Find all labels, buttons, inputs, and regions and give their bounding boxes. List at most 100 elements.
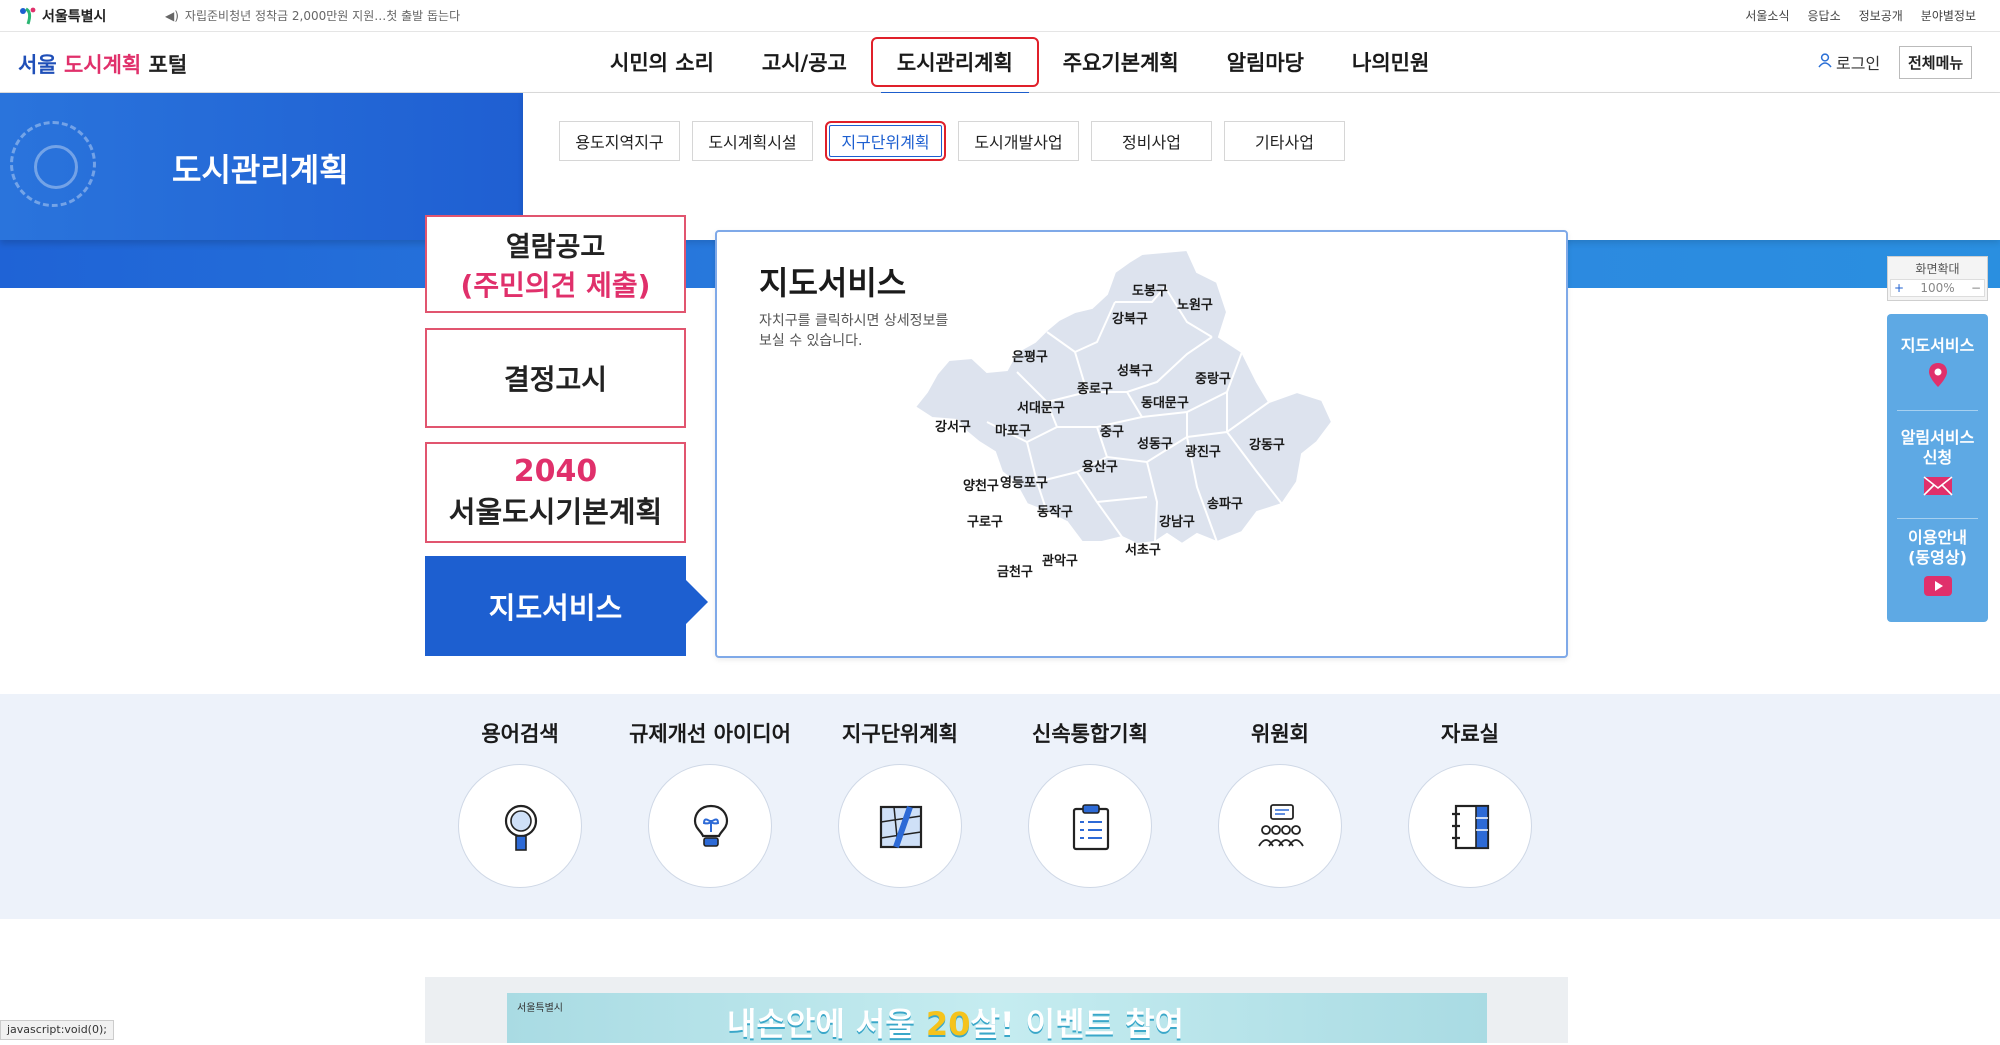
shortcut-district-unit-plan-label: 지구단위계획 [842, 722, 958, 746]
submenu-item-urban-development[interactable]: 도시개발사업 [958, 121, 1079, 161]
main-header: 서울 도시계획 포털 시민의 소리 고시/공고 도시관리계획 주요기본계획 알림… [0, 33, 2000, 95]
gnb-item-master-plan[interactable]: 주요기본계획 [1039, 37, 1203, 87]
notice-text: 자립준비청년 정착금 2,000만원 지원…첫 출발 돕는다 [184, 9, 461, 23]
map-grid-icon [879, 805, 923, 849]
mail-icon [1922, 476, 1953, 500]
district-mapo[interactable]: 마포구 [995, 420, 1031, 439]
zoom-out-button[interactable]: − [1971, 281, 1981, 295]
float-item-usage-guide-video[interactable]: 이용안내 (동영상) [1887, 528, 1988, 601]
shortcut-circle[interactable] [838, 764, 962, 888]
portal-logo-part2: 도시계획 [63, 53, 142, 77]
util-link-field-info[interactable]: 분야별정보 [1921, 7, 1976, 24]
district-dobong[interactable]: 도봉구 [1132, 280, 1168, 299]
quick-button-decision-notice[interactable]: 결정고시 [425, 328, 686, 428]
district-yongsan[interactable]: 용산구 [1082, 456, 1118, 475]
shortcut-fast-track-planning[interactable]: 신속통합기획 [1005, 718, 1175, 888]
zoom-control: 화면확대 + 100% − [1887, 256, 1988, 301]
event-banner[interactable]: 서울특별시 내손안에 서울 20살! 이벤트 참여 [507, 993, 1487, 1043]
district-yangcheon[interactable]: 양천구 [963, 475, 999, 494]
district-yeongdeungpo[interactable]: 영등포구 [1000, 472, 1048, 491]
submenu-item-district-unit-plan[interactable]: 지구단위계획 [825, 121, 946, 161]
district-dongjak[interactable]: 동작구 [1037, 501, 1073, 520]
float-item-map-service[interactable]: 지도서비스 [1887, 336, 1988, 393]
float-map-service-label: 지도서비스 [1900, 336, 1975, 355]
shortcut-committee[interactable]: 위원회 [1195, 718, 1365, 888]
zoom-in-button[interactable]: + [1894, 281, 1904, 295]
seoul-district-map[interactable]: 도봉구 노원구 강북구 은평구 성북구 중랑구 종로구 서대문구 동대문구 강서… [897, 242, 1377, 642]
util-link-seoul-news[interactable]: 서울소식 [1745, 7, 1789, 24]
district-gangnam[interactable]: 강남구 [1159, 511, 1195, 530]
gnb-item-citizen-voice[interactable]: 시민의 소리 [586, 37, 738, 87]
float-guide-line2: (동영상) [1908, 548, 1967, 567]
district-gangdong[interactable]: 강동구 [1249, 434, 1285, 453]
district-eunpyeong[interactable]: 은평구 [1012, 346, 1048, 365]
float-notification-line1: 알림서비스 [1900, 428, 1975, 447]
float-divider [1897, 410, 1978, 411]
portal-logo-part1: 서울 [18, 53, 57, 77]
district-seongdong[interactable]: 성동구 [1137, 433, 1173, 452]
shortcut-regulation-idea[interactable]: 규제개선 아이디어 [625, 718, 795, 888]
shortcut-archive[interactable]: 자료실 [1385, 718, 1555, 888]
submenu-item-zoning[interactable]: 용도지역지구 [559, 121, 680, 161]
seoul-logo-text: 서울특별시 [42, 9, 107, 25]
district-jung[interactable]: 중구 [1100, 421, 1124, 440]
district-nowon[interactable]: 노원구 [1177, 294, 1213, 313]
quick-button-2040-master-plan[interactable]: 2040 서울도시기본계획 [425, 442, 686, 543]
shortcut-district-unit-plan[interactable]: 지구단위계획 [815, 718, 985, 888]
float-item-notification-signup[interactable]: 알림서비스 신청 [1887, 428, 1988, 501]
shortcut-term-search[interactable]: 용어검색 [435, 718, 605, 888]
shortcut-circle[interactable] [1028, 764, 1152, 888]
all-menu-button[interactable]: 전체메뉴 [1899, 46, 1973, 79]
seoul-logo-icon [18, 6, 38, 26]
gnb-item-my-petition[interactable]: 나의민원 [1328, 37, 1453, 87]
browser-status-bar: javascript:void(0); [0, 1020, 114, 1040]
shortcut-circle[interactable] [1408, 764, 1532, 888]
section-title: 도시관리계획 [172, 151, 349, 189]
quick-1-line1: 열람공고 [505, 231, 606, 263]
district-seongbuk[interactable]: 성북구 [1117, 360, 1153, 379]
lightbulb-icon [693, 804, 729, 847]
district-jongno[interactable]: 종로구 [1077, 378, 1113, 397]
util-link-info-disclosure[interactable]: 정보공개 [1859, 7, 1903, 24]
gnb-item-urban-management-plan[interactable]: 도시관리계획 [870, 37, 1039, 95]
meeting-people-icon [1258, 804, 1304, 847]
seoul-city-logo[interactable]: 서울특별시 [18, 5, 106, 27]
district-geumcheon[interactable]: 금천구 [997, 561, 1033, 580]
shortcut-term-search-label: 용어검색 [481, 722, 559, 746]
speaker-icon: ◀) [165, 8, 179, 23]
user-icon [1818, 52, 1832, 72]
map-pin-icon [1927, 363, 1949, 392]
shortcut-circle[interactable] [458, 764, 582, 888]
gear-icon [10, 121, 96, 207]
district-guro[interactable]: 구로구 [967, 511, 1003, 530]
portal-logo-part3: 포털 [148, 53, 188, 77]
gnb-item-notice[interactable]: 고시/공고 [738, 37, 871, 87]
shortcut-circle[interactable] [1218, 764, 1342, 888]
map-title: 지도서비스 [759, 264, 907, 302]
submenu-item-other-projects[interactable]: 기타사업 [1224, 121, 1345, 161]
login-link[interactable]: 로그인 [1818, 50, 1880, 74]
district-seocho[interactable]: 서초구 [1125, 539, 1161, 558]
shortcut-circle[interactable] [648, 764, 772, 888]
district-songpa[interactable]: 송파구 [1207, 493, 1243, 512]
district-gwangjin[interactable]: 광진구 [1185, 441, 1221, 460]
quick-button-map-service[interactable]: 지도서비스 [425, 556, 686, 656]
district-jungnang[interactable]: 중랑구 [1195, 368, 1231, 387]
util-link-eungdapso[interactable]: 응답소 [1808, 7, 1841, 24]
banner-text-part3: 살! 이벤트 참여 [970, 1005, 1184, 1043]
submenu-item-redevelopment[interactable]: 정비사업 [1091, 121, 1212, 161]
quick-button-public-inspection[interactable]: 열람공고 (주민의견 제출) [425, 215, 686, 313]
district-dongdaemun[interactable]: 동대문구 [1141, 392, 1189, 411]
district-seodaemun[interactable]: 서대문구 [1017, 397, 1065, 416]
notice-ticker[interactable]: ◀) 자립준비청년 정착금 2,000만원 지원…첫 출발 돕는다 [165, 7, 460, 24]
binder-icon [1452, 804, 1490, 850]
district-gwanak[interactable]: 관악구 [1042, 550, 1078, 569]
submenu-item-urban-facility[interactable]: 도시계획시설 [692, 121, 813, 161]
floating-quick-panel: 지도서비스 알림서비스 신청 이용안내 (동영상) [1887, 314, 1988, 622]
zoom-buttons: + 100% − [1890, 279, 1985, 297]
district-gangbuk[interactable]: 강북구 [1112, 308, 1148, 327]
gnb-item-announcement[interactable]: 알림마당 [1203, 37, 1328, 87]
shortcut-fast-track-planning-label: 신속통합기획 [1032, 722, 1148, 746]
portal-logo[interactable]: 서울 도시계획 포털 [18, 49, 187, 79]
district-gangseo[interactable]: 강서구 [935, 416, 971, 435]
